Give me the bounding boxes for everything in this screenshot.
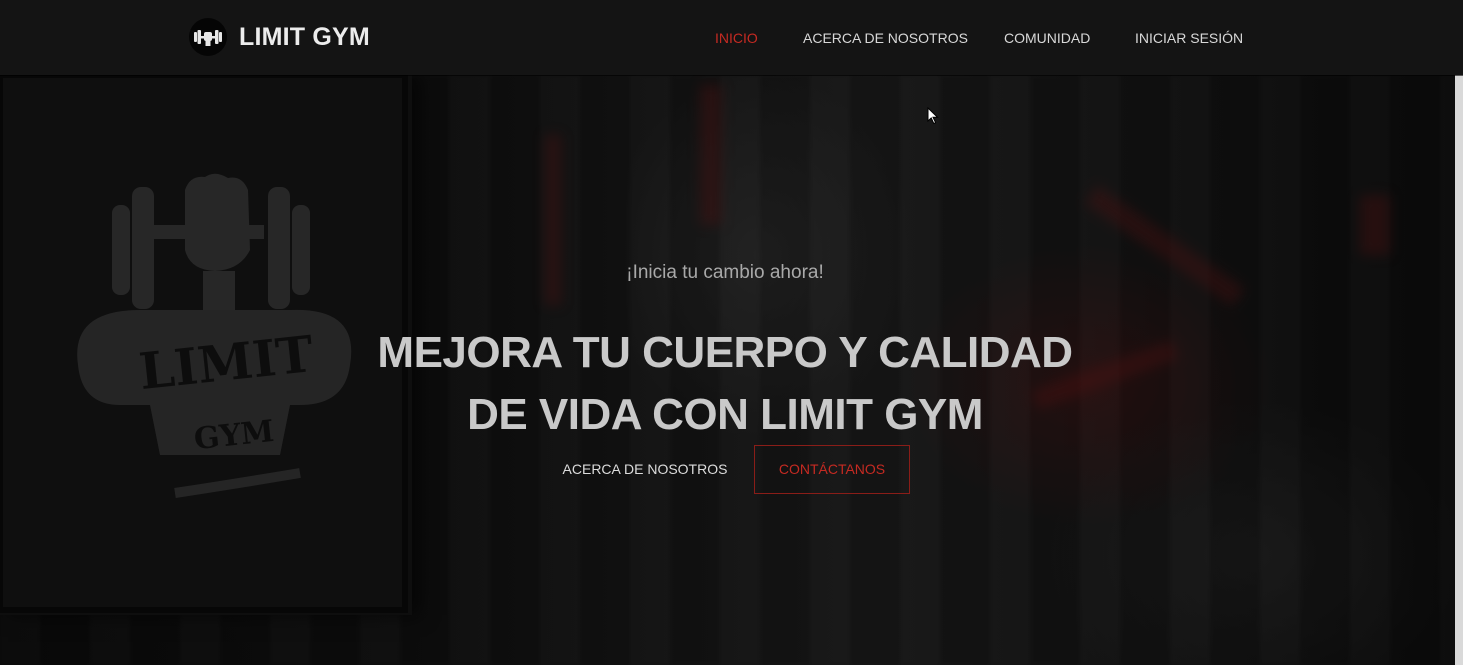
hero-headline-line1: MEJORA TU CUERPO Y CALIDAD: [377, 328, 1073, 378]
dumbbell-logo-icon: [189, 18, 227, 56]
hero-section: LIMIT GYM ¡Inicia tu cambio ahora! MEJOR…: [0, 75, 1455, 665]
hero-headline: MEJORA TU CUERPO Y CALIDAD DE VIDA CON L…: [0, 322, 1450, 446]
brand-name: LIMIT GYM: [239, 22, 370, 51]
brand[interactable]: LIMIT GYM: [189, 17, 370, 57]
nav-item-acerca[interactable]: ACERCA DE NOSOTROS: [803, 30, 968, 46]
contact-us-button[interactable]: CONTÁCTANOS: [754, 445, 910, 494]
navbar: LIMIT GYM INICIO ACERCA DE NOSOTROS COMU…: [0, 0, 1463, 75]
about-us-button[interactable]: ACERCA DE NOSOTROS: [556, 445, 734, 493]
nav-item-inicio[interactable]: INICIO: [715, 30, 758, 46]
mouse-cursor-icon: [927, 107, 939, 125]
hero-tagline: ¡Inicia tu cambio ahora!: [626, 262, 824, 283]
page-scrollbar[interactable]: [1455, 75, 1463, 665]
nav-item-comunidad[interactable]: COMUNIDAD: [1004, 30, 1090, 46]
hero-content: ¡Inicia tu cambio ahora! MEJORA TU CUERP…: [0, 75, 1455, 665]
page: LIMIT GYM INICIO ACERCA DE NOSOTROS COMU…: [0, 0, 1463, 665]
hero-headline-line2: DE VIDA CON LIMIT GYM: [467, 390, 983, 440]
nav-item-iniciar-sesion[interactable]: INICIAR SESIÓN: [1135, 30, 1243, 46]
